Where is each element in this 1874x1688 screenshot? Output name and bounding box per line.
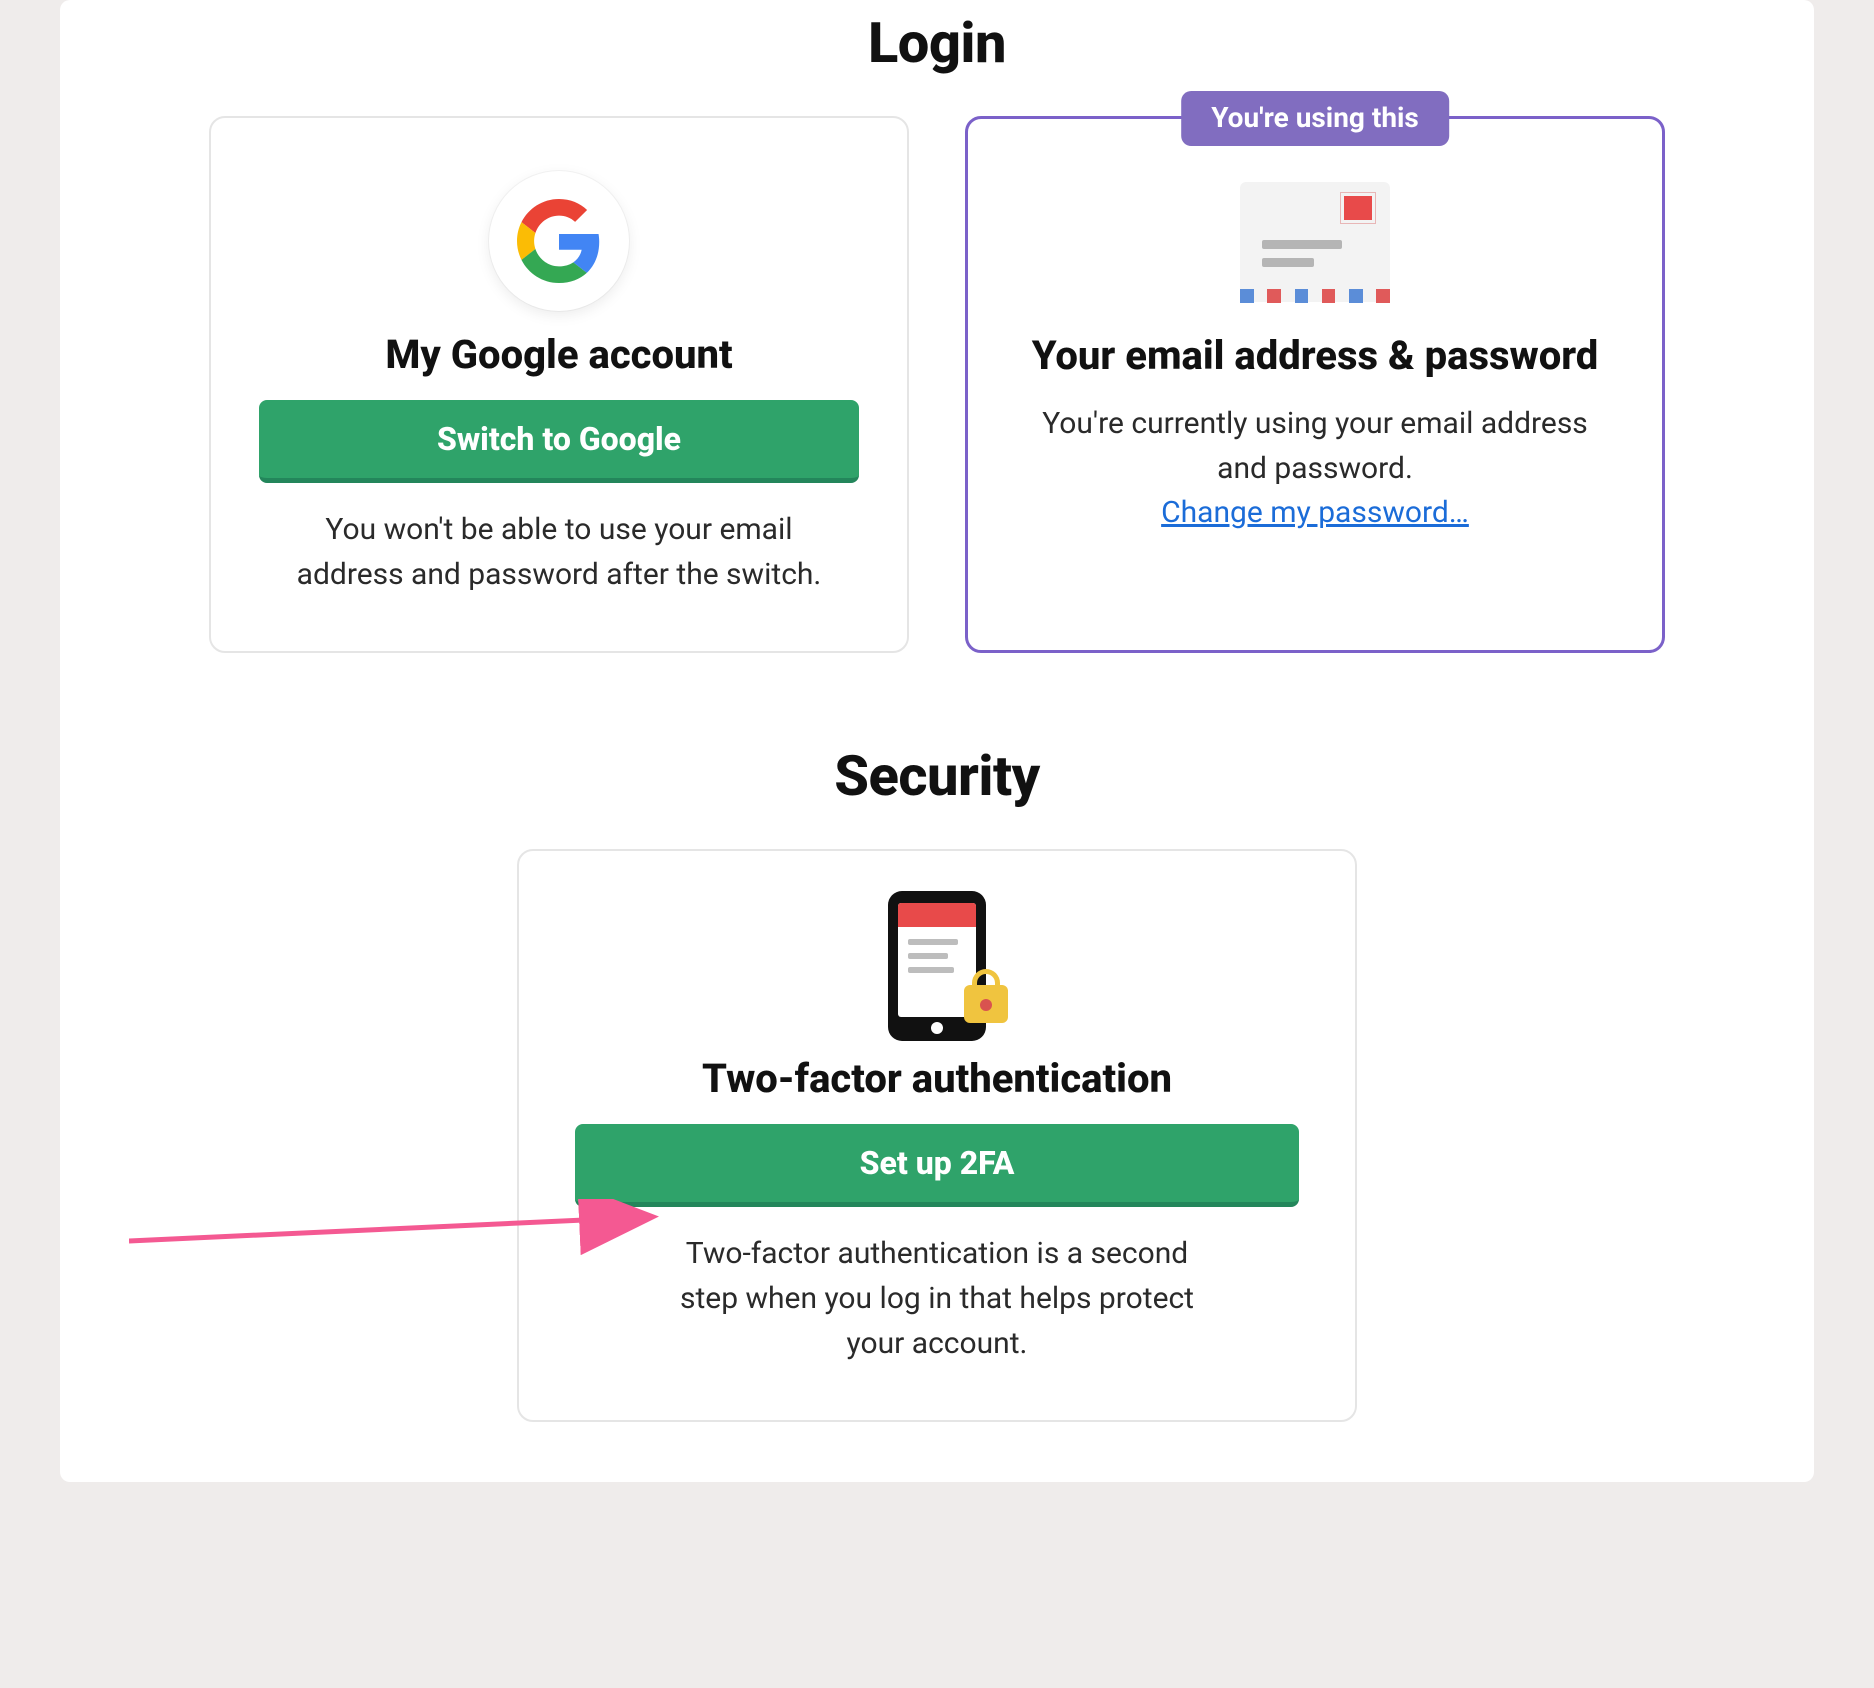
twofa-title: Two-factor authentication (575, 1055, 1299, 1102)
twofa-note: Two-factor authentication is a second st… (657, 1231, 1217, 1366)
google-g-logo-icon (489, 171, 629, 311)
login-email-note: You're currently using your email addres… (1035, 401, 1595, 491)
change-password-link[interactable]: Change my password… (1161, 495, 1469, 530)
mail-icon-holder (1014, 167, 1616, 317)
switch-to-google-button[interactable]: Switch to Google (259, 400, 859, 483)
twofa-card: Two-factor authentication Set up 2FA Two… (517, 849, 1357, 1422)
content-panel: Login My Google account (60, 0, 1814, 1482)
setup-2fa-button[interactable]: Set up 2FA (575, 1124, 1299, 1207)
google-logo-holder (257, 166, 861, 316)
login-google-title: My Google account (257, 330, 861, 380)
twofa-icon-holder (575, 891, 1299, 1041)
login-google-note: You won't be able to use your email addr… (279, 507, 839, 597)
mail-icon (1240, 182, 1390, 302)
login-cards-row: My Google account Switch to Google You w… (130, 116, 1744, 653)
phone-lock-icon (872, 891, 1002, 1041)
callout-arrow-icon (129, 1199, 669, 1259)
login-heading: Login (130, 0, 1744, 116)
login-email-card: You're using this Your email address & p… (965, 116, 1665, 653)
security-section: Security (130, 733, 1744, 1422)
security-heading: Security (130, 733, 1744, 849)
login-google-card: My Google account Switch to Google You w… (209, 116, 909, 653)
login-email-title: Your email address & password (1014, 331, 1616, 381)
active-badge: You're using this (1181, 91, 1449, 146)
page-root: Login My Google account (0, 0, 1874, 1522)
